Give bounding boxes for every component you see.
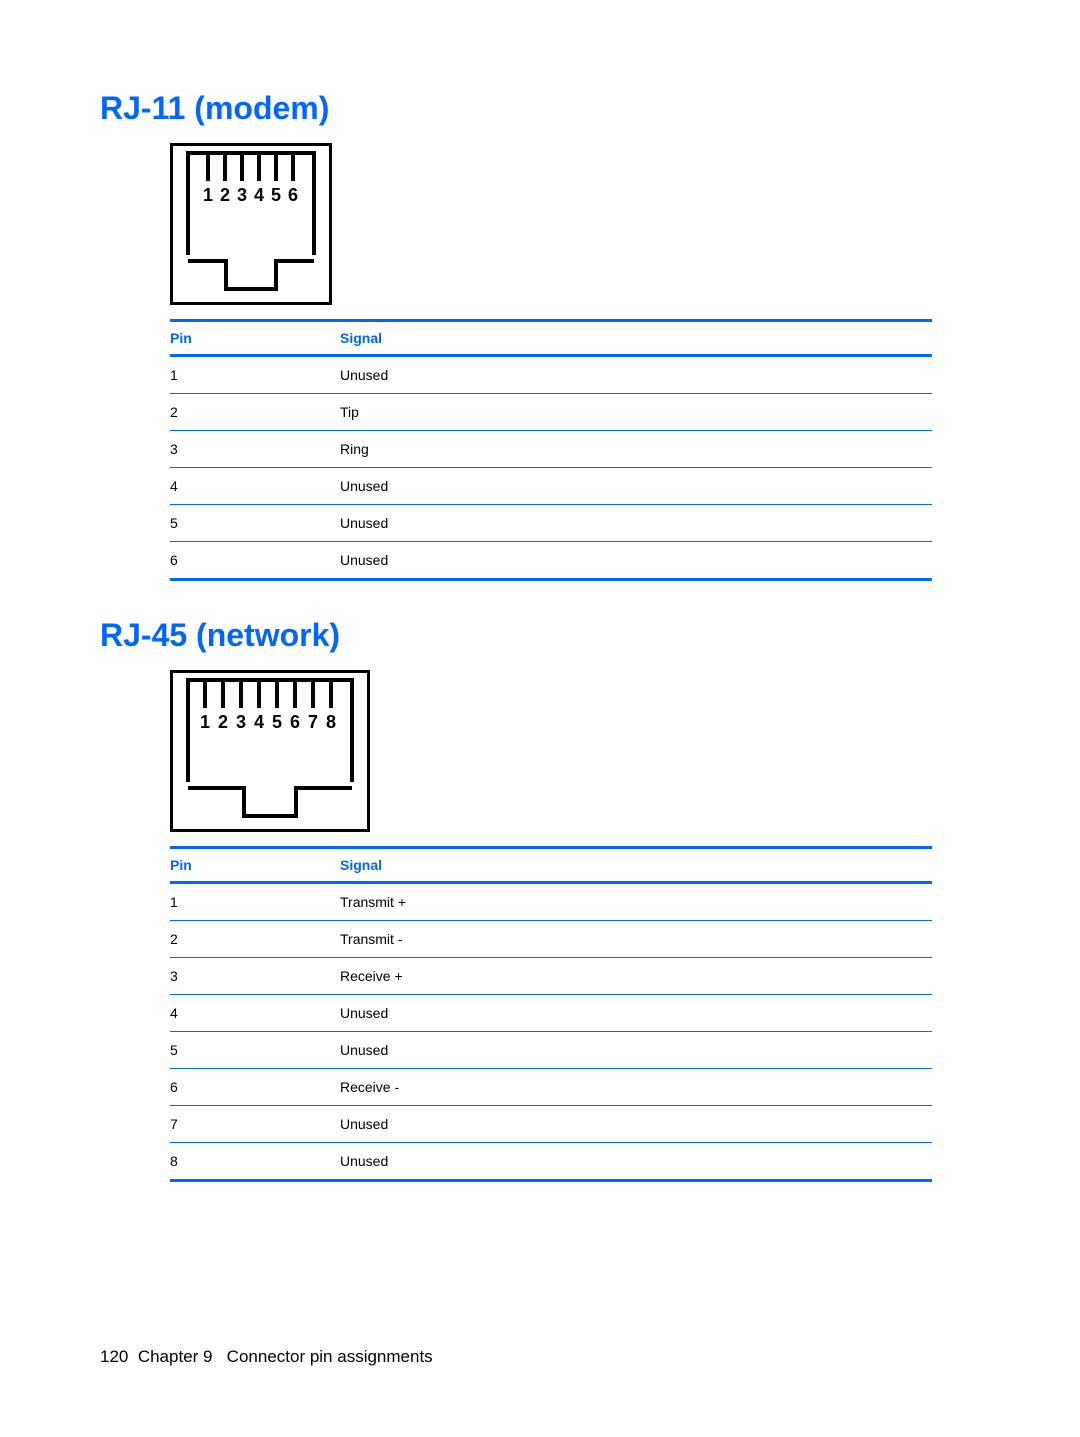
chapter-title: Connector pin assignments	[227, 1347, 433, 1366]
pin-label: 2	[218, 712, 228, 732]
cell-signal: Transmit +	[340, 883, 932, 921]
cell-signal: Ring	[340, 431, 932, 468]
table-row: 4Unused	[170, 995, 932, 1032]
table-row: 6Receive -	[170, 1069, 932, 1106]
pin-label: 7	[308, 712, 318, 732]
cell-signal: Unused	[340, 995, 932, 1032]
table-row: 1Transmit +	[170, 883, 932, 921]
cell-pin: 3	[170, 958, 340, 995]
document-page: RJ-11 (modem) 1 2 3	[0, 0, 1080, 1437]
table-row: 4Unused	[170, 468, 932, 505]
cell-pin: 5	[170, 1032, 340, 1069]
rj45-connector-icon: 1 2 3 4 5 6 7 8	[170, 670, 370, 832]
rj11-connector-figure: 1 2 3 4 5 6	[170, 143, 980, 305]
pin-label: 3	[237, 185, 247, 205]
cell-signal: Receive -	[340, 1069, 932, 1106]
pin-label: 3	[236, 712, 246, 732]
cell-pin: 2	[170, 394, 340, 431]
table-row: 2Tip	[170, 394, 932, 431]
rj45-pin-table: Pin Signal 1Transmit + 2Transmit - 3Rece…	[170, 846, 932, 1182]
cell-signal: Tip	[340, 394, 932, 431]
table-row: 5Unused	[170, 1032, 932, 1069]
cell-pin: 6	[170, 542, 340, 580]
table-header-pin: Pin	[170, 321, 340, 356]
pin-label: 2	[220, 185, 230, 205]
cell-signal: Unused	[340, 505, 932, 542]
pin-label: 4	[254, 185, 264, 205]
pin-label: 8	[326, 712, 336, 732]
cell-signal: Unused	[340, 1143, 932, 1181]
pin-label: 6	[288, 185, 298, 205]
cell-signal: Unused	[340, 468, 932, 505]
cell-pin: 8	[170, 1143, 340, 1181]
table-row: 8Unused	[170, 1143, 932, 1181]
cell-signal: Receive +	[340, 958, 932, 995]
pin-label: 5	[272, 712, 282, 732]
table-row: 6Unused	[170, 542, 932, 580]
page-footer: 120 Chapter 9 Connector pin assignments	[100, 1347, 433, 1367]
pin-label: 1	[200, 712, 210, 732]
cell-pin: 1	[170, 356, 340, 394]
cell-pin: 7	[170, 1106, 340, 1143]
table-row: 2Transmit -	[170, 921, 932, 958]
cell-pin: 6	[170, 1069, 340, 1106]
cell-pin: 5	[170, 505, 340, 542]
page-number: 120	[100, 1347, 128, 1366]
table-header-pin: Pin	[170, 848, 340, 883]
cell-signal: Unused	[340, 1032, 932, 1069]
cell-pin: 3	[170, 431, 340, 468]
section-heading-rj11: RJ-11 (modem)	[100, 90, 980, 127]
chapter-label: Chapter 9	[138, 1347, 213, 1366]
cell-pin: 4	[170, 468, 340, 505]
table-row: 3Ring	[170, 431, 932, 468]
cell-signal: Unused	[340, 542, 932, 580]
pin-label: 1	[203, 185, 213, 205]
cell-signal: Unused	[340, 1106, 932, 1143]
table-row: 3Receive +	[170, 958, 932, 995]
cell-pin: 1	[170, 883, 340, 921]
pin-label: 6	[290, 712, 300, 732]
table-row: 5Unused	[170, 505, 932, 542]
rj45-connector-figure: 1 2 3 4 5 6 7 8	[170, 670, 980, 832]
rj11-connector-icon: 1 2 3 4 5 6	[170, 143, 332, 305]
section-heading-rj45: RJ-45 (network)	[100, 617, 980, 654]
pin-label: 5	[271, 185, 281, 205]
pin-label: 4	[254, 712, 264, 732]
table-header-signal: Signal	[340, 321, 932, 356]
table-header-signal: Signal	[340, 848, 932, 883]
cell-signal: Unused	[340, 356, 932, 394]
table-row: 7Unused	[170, 1106, 932, 1143]
cell-pin: 2	[170, 921, 340, 958]
rj11-pin-table: Pin Signal 1Unused 2Tip 3Ring 4Unused 5U…	[170, 319, 932, 581]
cell-signal: Transmit -	[340, 921, 932, 958]
table-row: 1Unused	[170, 356, 932, 394]
cell-pin: 4	[170, 995, 340, 1032]
